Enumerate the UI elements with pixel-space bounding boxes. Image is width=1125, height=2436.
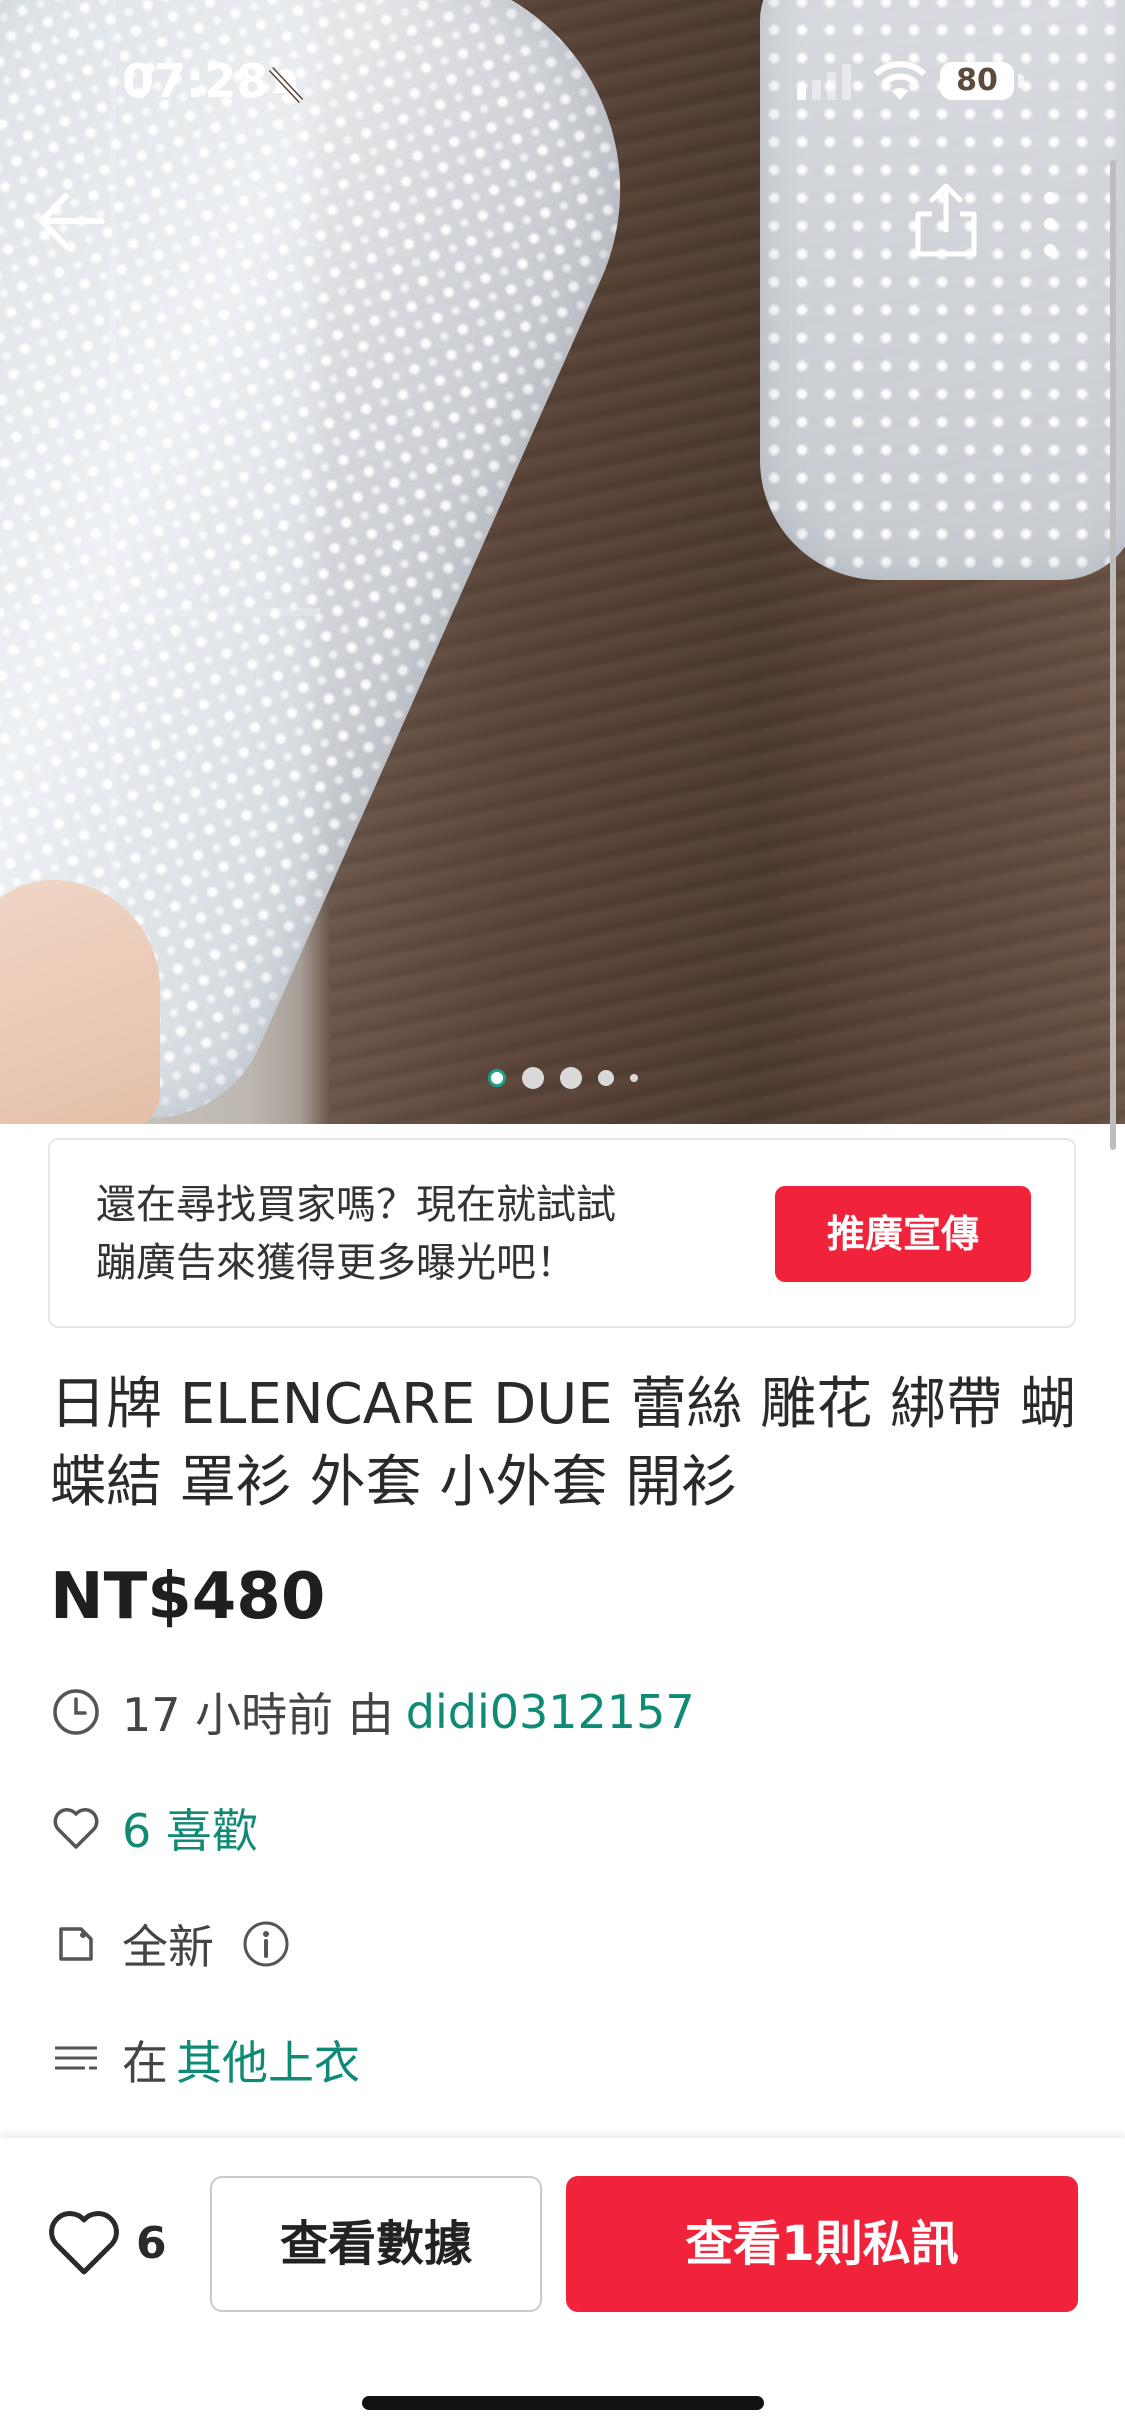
share-button[interactable] bbox=[910, 180, 982, 260]
view-messages-button[interactable]: 查看1則私訊 bbox=[566, 2176, 1078, 2312]
carousel-dot[interactable] bbox=[521, 1067, 544, 1089]
back-arrow-icon bbox=[39, 193, 105, 249]
posted-info-row: 17 小時前 由 didi0312157 bbox=[50, 1682, 695, 1742]
carousel-dots[interactable] bbox=[0, 1067, 1125, 1089]
silent-bell-icon bbox=[268, 66, 304, 104]
posted-time: 17 小時前 由 bbox=[122, 1688, 394, 1742]
condition-text: 全新 bbox=[122, 1920, 214, 1974]
promotion-line-1: 還在尋找買家嗎？現在就試試 bbox=[96, 1182, 616, 1228]
home-indicator[interactable] bbox=[362, 2396, 764, 2410]
info-icon[interactable] bbox=[240, 1918, 292, 1970]
carousel-dot[interactable] bbox=[559, 1067, 582, 1089]
carousel-dot-active[interactable] bbox=[487, 1069, 506, 1087]
heart-outline-icon bbox=[50, 1802, 102, 1854]
category-list-icon bbox=[50, 2034, 102, 2086]
condition-row: 全新 bbox=[50, 1914, 312, 1974]
wifi-icon bbox=[873, 61, 927, 100]
back-button[interactable] bbox=[34, 186, 110, 256]
promotion-card: 還在尋找買家嗎？現在就試試 蹦廣告來獲得更多曝光吧！ 推廣宣傳 bbox=[48, 1138, 1076, 1328]
tag-icon bbox=[50, 1918, 102, 1970]
more-options-button[interactable] bbox=[1030, 188, 1070, 260]
share-icon bbox=[915, 183, 977, 257]
status-time: 07:28 bbox=[122, 54, 269, 108]
seller-link[interactable]: didi0312157 bbox=[406, 1685, 695, 1739]
like-count: 6 bbox=[136, 2217, 167, 2269]
listing-price: NT$480 bbox=[50, 1560, 326, 1634]
view-stats-button[interactable]: 查看數據 bbox=[210, 2176, 542, 2312]
category-prefix: 在 bbox=[122, 2036, 168, 2090]
battery-indicator: 80 bbox=[940, 62, 1014, 100]
listing-title: 日牌 ELENCARE DUE 蕾絲 雕花 綁帶 蝴蝶結 罩衫 外套 小外套 開… bbox=[50, 1372, 1076, 1515]
category-link[interactable]: 其他上衣 bbox=[176, 2027, 360, 2093]
scrollbar[interactable] bbox=[1110, 160, 1116, 1150]
battery-tip bbox=[1018, 74, 1024, 88]
signal-icon bbox=[797, 64, 851, 100]
clock-icon bbox=[50, 1686, 102, 1738]
more-vertical-icon bbox=[1044, 192, 1056, 256]
likes-row[interactable]: 6 喜歡 bbox=[50, 1798, 258, 1858]
carousel-dot[interactable] bbox=[629, 1074, 638, 1082]
likes-text[interactable]: 6 喜歡 bbox=[122, 1795, 258, 1861]
product-photo[interactable]: 07:28 80 bbox=[0, 0, 1125, 1124]
category-row: 在 其他上衣 bbox=[50, 2030, 360, 2090]
promote-button[interactable]: 推廣宣傳 bbox=[775, 1186, 1031, 1282]
heart-icon bbox=[49, 2211, 119, 2275]
promotion-text: 還在尋找買家嗎？現在就試試 蹦廣告來獲得更多曝光吧！ bbox=[96, 1176, 716, 1292]
promotion-line-2: 蹦廣告來獲得更多曝光吧！ bbox=[96, 1240, 576, 1286]
carousel-dot[interactable] bbox=[597, 1070, 614, 1086]
like-button[interactable]: 6 bbox=[46, 2208, 167, 2278]
